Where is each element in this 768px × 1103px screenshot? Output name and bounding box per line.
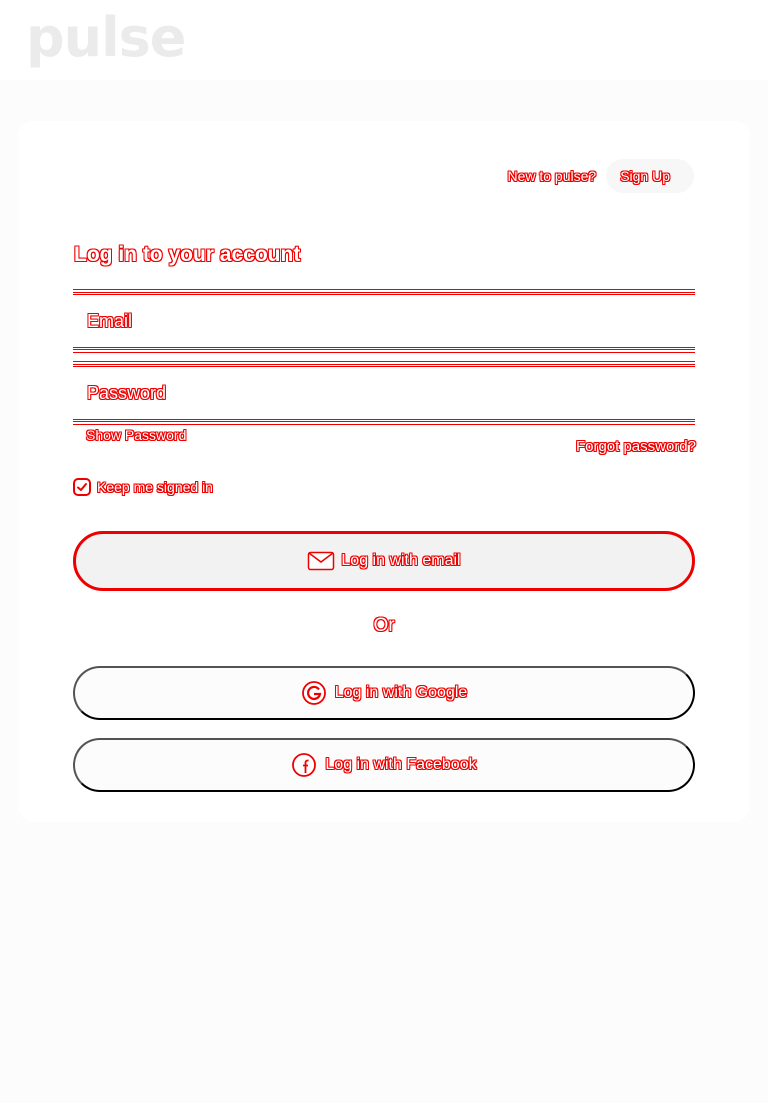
signup-button-label: Sign Up [620, 168, 670, 184]
google-icon [301, 681, 326, 705]
facebook-login-label: Log in with Facebook [325, 756, 477, 773]
signup-button[interactable]: Sign Up [606, 159, 694, 193]
forgot-password-link[interactable]: Forgot password? [576, 438, 696, 455]
facebook-icon [292, 753, 317, 777]
checkmark-icon [77, 483, 87, 491]
password-field[interactable]: Password [73, 361, 695, 425]
show-password-toggle[interactable]: Show Password [86, 427, 186, 443]
page-title: Log in to your account [74, 243, 301, 266]
envelope-icon [308, 551, 335, 571]
signup-row: New to pulse? Sign Up [507, 159, 694, 193]
keep-signed-in-label: Keep me signed in [97, 479, 213, 495]
google-login-label: Log in with Google [334, 684, 468, 701]
email-login-button[interactable]: Log in with email [73, 531, 695, 591]
email-input[interactable] [73, 295, 695, 347]
signup-prompt: New to pulse? [507, 168, 597, 184]
facebook-login-button[interactable]: Log in with Facebook [73, 738, 695, 792]
keep-signed-in-checkbox[interactable] [73, 478, 91, 496]
keep-signed-in-row[interactable]: Keep me signed in [73, 478, 213, 496]
email-field[interactable]: Email [73, 289, 695, 353]
pulse-logo[interactable]: pulse [26, 6, 186, 69]
email-login-label: Log in with email [341, 552, 461, 569]
password-input[interactable] [73, 367, 695, 419]
login-card: New to pulse? Sign Up Log in to your acc… [18, 121, 750, 822]
google-login-button[interactable]: Log in with Google [73, 666, 695, 720]
or-divider: Or [373, 615, 395, 636]
top-header: pulse [0, 0, 768, 80]
